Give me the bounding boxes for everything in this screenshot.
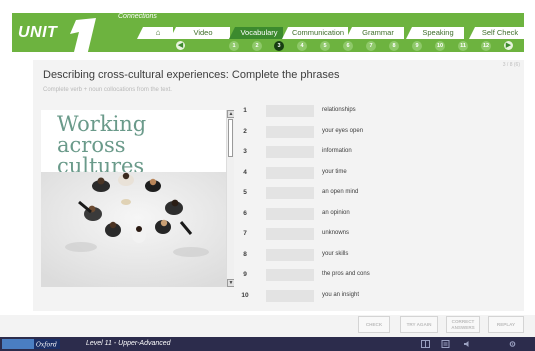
level-label: Level 11 - Upper-Advanced xyxy=(86,340,171,347)
unit-number-graphic xyxy=(70,18,96,60)
reading-title-line: Working xyxy=(57,112,147,136)
try-again-button[interactable]: TRY AGAIN xyxy=(400,316,438,333)
reading-title: Working across cultures xyxy=(57,114,146,177)
unit-subtitle: Connections xyxy=(118,13,157,20)
business-people-photo xyxy=(41,172,234,287)
scroll-up-arrow-icon[interactable]: ▲ xyxy=(227,110,234,118)
phrase-text: the pros and cons xyxy=(322,271,370,277)
page-dot[interactable]: 10 xyxy=(435,41,445,51)
phrase-text: information xyxy=(322,148,352,154)
phrase-row: 3 information xyxy=(238,145,508,159)
reading-scrollbar[interactable]: ▲ ▼ xyxy=(226,110,234,287)
answer-field[interactable] xyxy=(266,207,314,220)
unit-header: UNIT Connections ⌂ Video Vocabulary Comm… xyxy=(0,0,535,60)
phrase-row: 5 an open mind xyxy=(238,186,508,200)
svg-text:Oxford: Oxford xyxy=(36,342,57,349)
page-dot[interactable]: 6 xyxy=(343,41,353,51)
phrase-row: 9 the pros and cons xyxy=(238,268,508,282)
unit-label: UNIT xyxy=(18,24,58,41)
tab-home[interactable]: ⌂ xyxy=(137,27,173,39)
prev-page-button[interactable]: ◀ xyxy=(176,41,185,50)
answer-field[interactable] xyxy=(266,187,314,199)
answer-field[interactable] xyxy=(266,269,314,281)
phrase-text: your time xyxy=(322,168,347,175)
phrase-text: you an insight xyxy=(322,291,360,298)
row-number: 10 xyxy=(241,291,249,299)
phrase-text: an open mind xyxy=(322,189,359,195)
phrase-row: 10 you an insight xyxy=(238,289,508,303)
answer-field[interactable] xyxy=(266,105,314,117)
page-dot[interactable]: 9 xyxy=(412,41,422,51)
check-button[interactable]: CHECK xyxy=(358,316,390,333)
answer-field[interactable] xyxy=(266,248,314,261)
footer-bar: Oxford Level 11 - Upper-Advanced xyxy=(0,337,535,351)
phrase-row: 7 unknowns xyxy=(238,227,508,241)
row-number: 2 xyxy=(243,127,247,135)
settings-icon[interactable] xyxy=(508,340,517,348)
page-dot-current[interactable]: 3 xyxy=(274,41,284,51)
answer-field[interactable] xyxy=(266,166,314,179)
phrase-row: 6 an opinion xyxy=(238,207,508,221)
scroll-thumb[interactable] xyxy=(228,119,233,157)
tab-communication[interactable]: Communication xyxy=(282,27,348,39)
tab-self-check[interactable]: Self Check xyxy=(469,27,525,39)
notes-icon[interactable] xyxy=(441,340,450,348)
row-number: 6 xyxy=(243,209,247,217)
oxford-logo-icon: Oxford xyxy=(2,339,60,349)
row-number: 8 xyxy=(243,250,247,258)
home-icon: ⌂ xyxy=(155,28,161,37)
page-dot[interactable]: 5 xyxy=(320,41,330,51)
tab-vocabulary[interactable]: Vocabulary xyxy=(229,27,283,39)
page-dot[interactable]: 4 xyxy=(297,41,307,51)
answer-field[interactable] xyxy=(266,146,314,158)
volume-icon[interactable] xyxy=(463,340,472,348)
tab-speaking[interactable]: Speaking xyxy=(406,27,464,39)
answer-field[interactable] xyxy=(266,228,314,240)
scroll-down-arrow-icon[interactable]: ▼ xyxy=(227,279,234,287)
phrase-row: 2 your eyes open xyxy=(238,125,508,139)
page-dot[interactable]: 7 xyxy=(366,41,376,51)
phrase-text: relationships xyxy=(322,107,356,113)
page-dot[interactable]: 2 xyxy=(252,41,262,51)
row-number: 4 xyxy=(243,168,247,176)
page-count: 3 / 8 (6) xyxy=(502,62,520,68)
correct-answers-button[interactable]: CORRECT ANSWERS xyxy=(446,316,480,333)
page-dot[interactable]: 12 xyxy=(481,41,491,51)
exercise-instruction: Complete verb + noun collocations from t… xyxy=(43,87,172,93)
phrase-text: an opinion xyxy=(322,209,350,216)
phrase-row: 8 your skills xyxy=(238,248,508,262)
next-page-button[interactable]: ▶ xyxy=(504,41,513,50)
correct-answers-label-line: ANSWERS xyxy=(451,324,475,330)
page-dot[interactable]: 8 xyxy=(389,41,399,51)
row-number: 5 xyxy=(243,189,247,196)
row-number: 3 xyxy=(243,148,247,155)
row-number: 1 xyxy=(243,107,247,114)
page-dot[interactable]: 11 xyxy=(458,41,468,51)
phrase-row: 4 your time xyxy=(238,166,508,180)
book-icon[interactable] xyxy=(421,340,430,348)
exercise-panel: 3 / 8 (6) Describing cross-cultural expe… xyxy=(33,60,524,311)
replay-button[interactable]: REPLAY xyxy=(488,316,524,333)
row-number: 7 xyxy=(243,230,247,237)
tab-grammar[interactable]: Grammar xyxy=(346,27,404,39)
page-dot[interactable]: 1 xyxy=(229,41,239,51)
phrase-text: unknowns xyxy=(322,230,350,236)
tab-video[interactable]: Video xyxy=(170,27,230,39)
answer-field[interactable] xyxy=(266,125,314,138)
reading-text-panel[interactable]: Working across cultures ▲ ▼ xyxy=(41,110,234,287)
action-bar: CHECK TRY AGAIN CORRECT ANSWERS REPLAY xyxy=(0,315,535,337)
row-number: 9 xyxy=(243,271,247,278)
phrase-text: your eyes open xyxy=(322,127,364,134)
phrase-row: 1 relationships xyxy=(238,104,508,118)
phrase-text: your skills xyxy=(322,250,349,257)
exercise-title: Describing cross-cultural experiences: C… xyxy=(43,69,340,81)
reading-title-line: across xyxy=(57,133,126,157)
answer-field[interactable] xyxy=(266,289,314,302)
